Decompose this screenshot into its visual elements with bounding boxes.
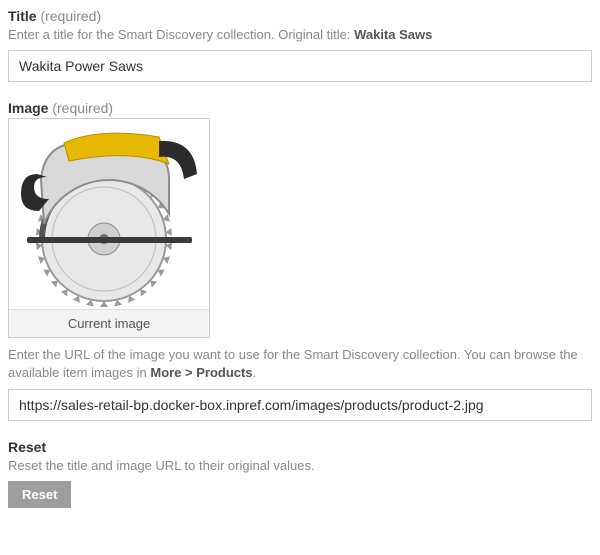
image-preview	[9, 119, 209, 309]
title-helper: Enter a title for the Smart Discovery co…	[8, 26, 592, 44]
image-label-text: Image	[8, 100, 48, 116]
reset-label: Reset	[8, 439, 592, 455]
image-section: Image (required)	[8, 100, 592, 420]
reset-label-text: Reset	[8, 439, 46, 455]
image-url-input[interactable]	[8, 389, 592, 421]
image-label: Image (required)	[8, 100, 592, 116]
image-helper: Enter the URL of the image you want to u…	[8, 346, 592, 382]
title-label-text: Title	[8, 8, 37, 24]
title-section: Title (required) Enter a title for the S…	[8, 8, 592, 82]
title-original: Wakita Saws	[354, 27, 432, 42]
title-required-text: (required)	[40, 8, 101, 24]
image-helper-prefix: Enter the URL of the image you want to u…	[8, 347, 578, 380]
title-input[interactable]	[8, 50, 592, 82]
image-helper-suffix: .	[253, 365, 257, 380]
image-helper-strong: More > Products	[150, 365, 252, 380]
image-required-text: (required)	[52, 100, 113, 116]
image-caption: Current image	[9, 309, 209, 337]
title-label: Title (required)	[8, 8, 592, 24]
image-preview-box: Current image	[8, 118, 210, 338]
reset-helper: Reset the title and image URL to their o…	[8, 457, 592, 475]
title-helper-prefix: Enter a title for the Smart Discovery co…	[8, 27, 350, 42]
reset-section: Reset Reset the title and image URL to t…	[8, 439, 592, 508]
circular-saw-icon	[9, 119, 209, 309]
reset-button[interactable]: Reset	[8, 481, 71, 508]
